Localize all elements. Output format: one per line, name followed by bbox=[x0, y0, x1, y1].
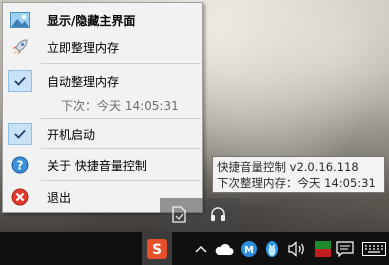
rocket-icon bbox=[8, 36, 32, 58]
menu-item-label: 立即整理内存 bbox=[47, 40, 120, 55]
menu-item-next-clean-time: 下次：今天 14:05:31 bbox=[3, 94, 202, 116]
qq-penguin-icon[interactable] bbox=[260, 232, 284, 265]
menu-item-label: 开机启动 bbox=[47, 127, 96, 142]
menu-item-label: 下次：今天 14:05:31 bbox=[61, 98, 179, 113]
menu-separator bbox=[41, 63, 201, 64]
keyboard-icon[interactable] bbox=[359, 232, 389, 265]
svg-text:?: ? bbox=[17, 159, 24, 173]
menu-item-clean-memory-now[interactable]: 立即整理内存 bbox=[3, 34, 202, 60]
show-hidden-icons-chevron[interactable] bbox=[192, 232, 210, 265]
ime-label: S bbox=[152, 242, 162, 258]
maxthon-icon[interactable]: M bbox=[238, 232, 260, 265]
menu-item-start-on-boot[interactable]: 开机启动 bbox=[3, 121, 202, 147]
document-icon[interactable] bbox=[172, 206, 186, 226]
tray-overflow-panel bbox=[160, 198, 240, 231]
help-icon: ? bbox=[8, 154, 32, 176]
menu-item-label: 关于 快捷音量控制 bbox=[47, 158, 147, 173]
tray-tooltip: 快捷音量控制 v2.0.16.118 下次整理内存：今天 14:05:31 bbox=[212, 156, 385, 193]
taskbar: S M bbox=[0, 232, 389, 265]
exit-icon bbox=[8, 186, 32, 208]
headphones-icon[interactable] bbox=[210, 206, 226, 225]
check-icon bbox=[8, 123, 32, 145]
menu-item-label: 显示/隐藏主界面 bbox=[47, 13, 136, 28]
check-icon bbox=[8, 70, 32, 92]
onedrive-cloud-icon[interactable] bbox=[212, 232, 236, 265]
menu-item-label: 自动整理内存 bbox=[47, 74, 120, 89]
menu-item-show-hide-main[interactable]: 显示/隐藏主界面 bbox=[3, 7, 202, 33]
tooltip-line: 下次整理内存：今天 14:05:31 bbox=[217, 176, 376, 190]
menu-separator bbox=[41, 180, 201, 181]
notification-icon[interactable] bbox=[333, 232, 357, 265]
menu-separator bbox=[41, 118, 201, 119]
tooltip-line: 快捷音量控制 v2.0.16.118 bbox=[217, 160, 359, 174]
svg-text:M: M bbox=[244, 245, 254, 256]
app-indicator-icon[interactable] bbox=[311, 232, 335, 265]
volume-icon[interactable] bbox=[285, 232, 309, 265]
menu-item-auto-clean-memory[interactable]: 自动整理内存 bbox=[3, 68, 202, 94]
window-image-icon bbox=[8, 9, 32, 31]
tray-context-menu: 显示/隐藏主界面 立即整理内存 自动整理内存 下次：今天 14:05:31 开机… bbox=[2, 2, 203, 213]
menu-item-label: 退出 bbox=[47, 190, 72, 205]
menu-separator bbox=[41, 148, 201, 149]
menu-item-about[interactable]: ? 关于 快捷音量控制 bbox=[3, 152, 202, 178]
sogou-ime-icon[interactable]: S bbox=[142, 232, 172, 265]
